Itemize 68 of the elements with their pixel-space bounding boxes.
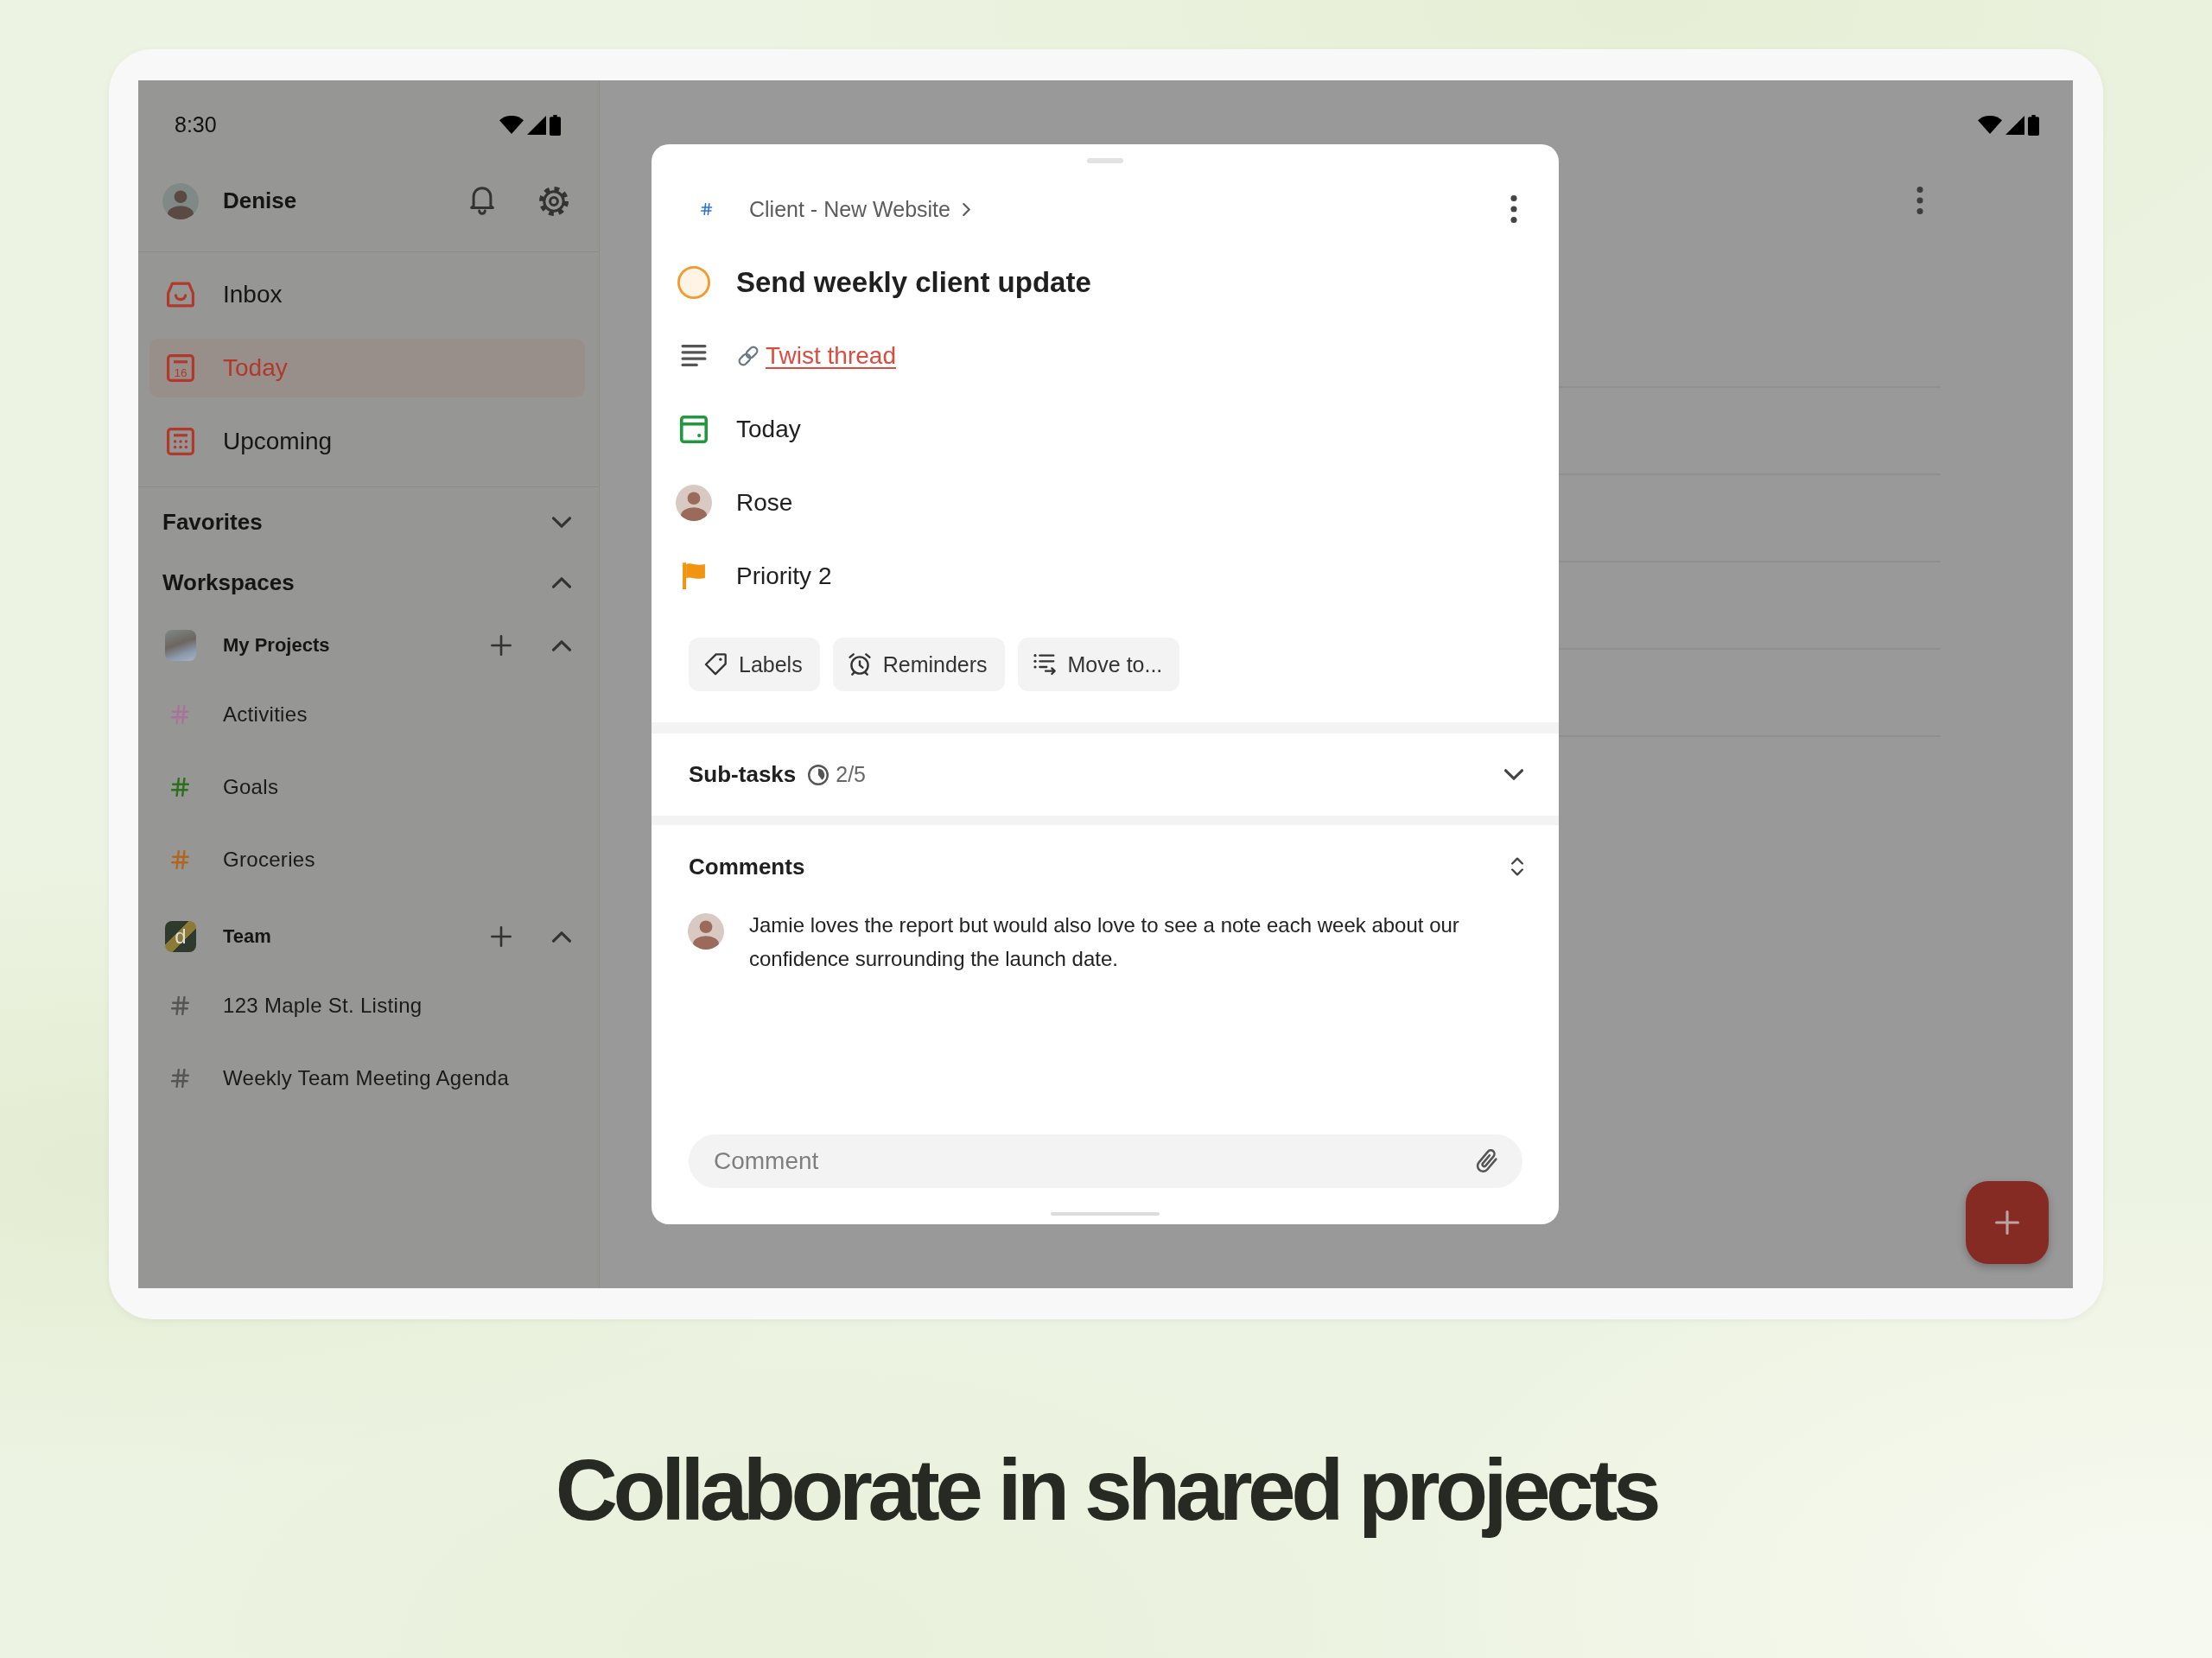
project-item[interactable]: Weekly Team Meeting Agenda xyxy=(138,1042,599,1115)
section-title: Favorites xyxy=(162,508,263,536)
settings-icon[interactable] xyxy=(539,186,569,216)
calendar-grid-icon xyxy=(167,428,194,455)
project-item[interactable]: Goals xyxy=(138,751,599,823)
more-icon[interactable] xyxy=(1510,195,1517,223)
battery-icon xyxy=(550,114,561,136)
unfold-icon[interactable] xyxy=(1511,855,1523,878)
labels-button[interactable]: Labels xyxy=(689,638,820,691)
project-item[interactable]: Activities xyxy=(138,678,599,751)
status-time: 8:30 xyxy=(175,112,217,137)
more-icon[interactable] xyxy=(1916,187,1923,214)
reminders-button[interactable]: Reminders xyxy=(832,638,1005,691)
chevron-down-icon[interactable] xyxy=(552,516,571,528)
wifi-icon xyxy=(499,116,524,134)
calendar-icon: 16 xyxy=(167,354,194,382)
tag-icon xyxy=(704,653,727,676)
chevron-right-icon xyxy=(962,202,970,216)
move-button[interactable]: Move to... xyxy=(1017,638,1180,691)
alarm-clock-icon xyxy=(848,653,871,676)
bell-icon[interactable] xyxy=(470,187,494,215)
list-arrow-icon xyxy=(1033,653,1056,676)
workspace-name[interactable]: Team xyxy=(223,925,271,948)
plus-icon[interactable] xyxy=(1995,1210,2019,1235)
add-task-button[interactable] xyxy=(1966,1181,2049,1264)
task-checkbox[interactable] xyxy=(677,266,710,299)
section-title: Workspaces xyxy=(162,569,295,596)
due-date: Today xyxy=(736,415,801,443)
battery-icon xyxy=(2028,114,2039,136)
headline: Collaborate in shared projects xyxy=(555,1440,1657,1540)
assignee-name: Rose xyxy=(736,488,793,517)
project-item[interactable]: 123 Maple St. Listing xyxy=(138,969,599,1042)
user-name[interactable]: Denise xyxy=(223,187,297,214)
workspace-name[interactable]: My Projects xyxy=(223,634,330,657)
chevron-up-icon[interactable] xyxy=(552,576,571,588)
drag-handle[interactable] xyxy=(1087,158,1123,163)
hash-icon xyxy=(701,203,713,215)
inbox-icon xyxy=(167,281,194,308)
avatar-icon xyxy=(162,182,199,219)
signal-icon xyxy=(2005,115,2024,135)
chevron-down-icon[interactable] xyxy=(1504,769,1523,780)
calendar-icon xyxy=(680,415,708,443)
priority-label: Priority 2 xyxy=(736,562,832,590)
description-icon xyxy=(681,345,707,366)
comment-field[interactable]: Comment xyxy=(689,1134,1522,1188)
subtask-count: 2/5 xyxy=(836,762,867,787)
comment-text: Jamie loves the report but would also love to see a note each week about our confidence surrounding the launch date. xyxy=(749,912,1460,972)
chevron-up-icon[interactable] xyxy=(552,639,571,651)
flag-icon xyxy=(683,562,705,589)
section-title: Comments xyxy=(689,853,805,880)
avatar-icon xyxy=(688,913,724,950)
project-item[interactable]: Groceries xyxy=(138,823,599,896)
photo-placeholder xyxy=(165,630,196,661)
task-title: Send weekly client update xyxy=(736,266,1091,299)
description-link[interactable]: Twist thread xyxy=(766,341,896,370)
section-title: Sub-tasks xyxy=(689,761,797,788)
drag-handle[interactable] xyxy=(1051,1212,1160,1216)
project-breadcrumb[interactable]: Client - New Website xyxy=(749,196,970,222)
wifi-icon xyxy=(1978,116,2002,134)
progress-pie-icon xyxy=(808,764,830,785)
chevron-up-icon[interactable] xyxy=(552,931,571,943)
plus-icon[interactable] xyxy=(491,926,512,947)
workspace-logo: d xyxy=(165,921,196,952)
nav-item[interactable]: Inbox xyxy=(149,265,585,324)
avatar-icon xyxy=(676,484,712,521)
nav-item[interactable]: Upcoming xyxy=(149,412,585,471)
signal-icon xyxy=(527,115,546,135)
plus-icon[interactable] xyxy=(491,635,512,656)
